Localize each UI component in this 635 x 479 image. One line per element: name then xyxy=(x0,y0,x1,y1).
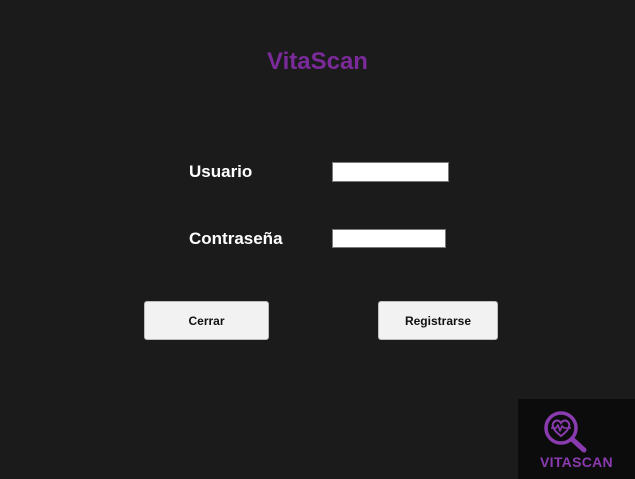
register-button[interactable]: Registrarse xyxy=(378,301,498,340)
username-label: Usuario xyxy=(189,162,253,181)
password-label: Contraseña xyxy=(189,229,283,248)
vitascan-logo: VITASCAN xyxy=(518,399,635,479)
magnifier-heart-icon xyxy=(544,411,587,453)
close-button[interactable]: Cerrar xyxy=(144,301,269,340)
app-title: VitaScan xyxy=(267,48,368,75)
logo-text: VITASCAN xyxy=(540,454,613,470)
username-field[interactable] xyxy=(332,162,449,182)
password-field[interactable] xyxy=(332,229,446,248)
